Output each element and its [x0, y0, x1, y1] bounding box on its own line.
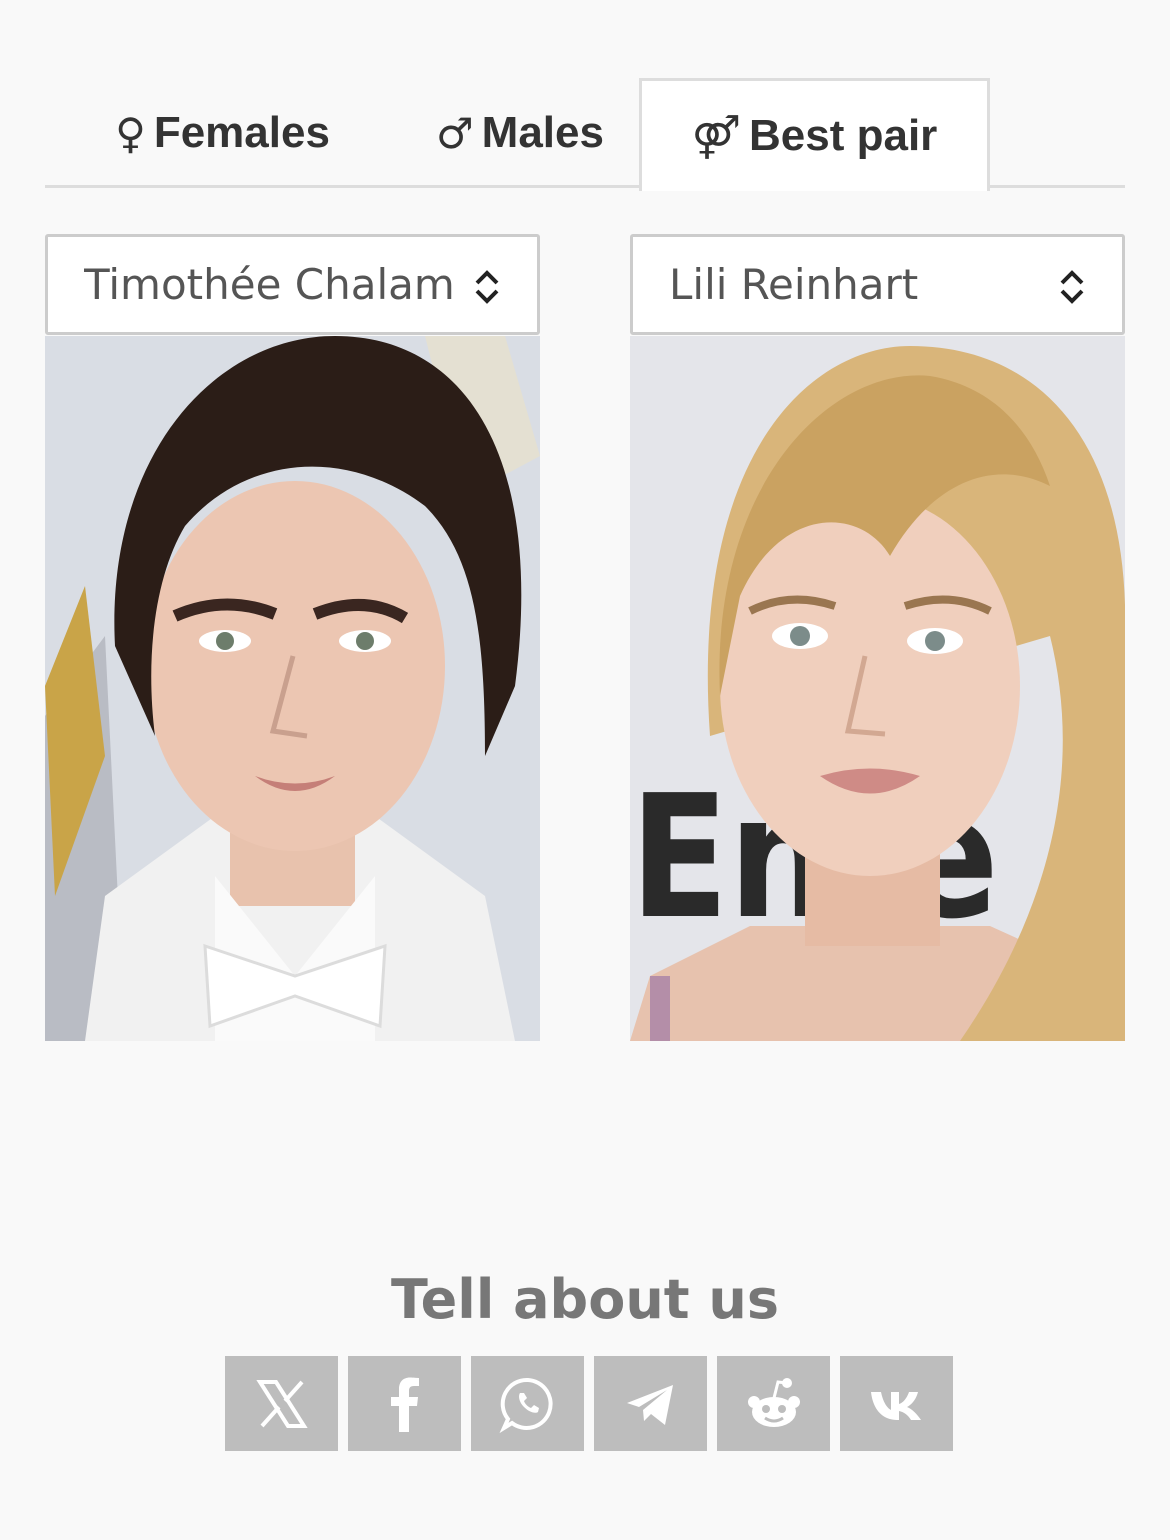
tab-label: Best pair	[749, 111, 938, 160]
tab-best-pair[interactable]: ⚤ Best pair	[639, 78, 990, 191]
person-select-left[interactable]: Timothée Chalamet	[45, 234, 540, 335]
vk-icon	[870, 1391, 921, 1420]
select-value: Timothée Chalamet	[84, 260, 454, 309]
chevron-updown-icon	[475, 270, 499, 304]
share-vk-button[interactable]	[840, 1356, 953, 1451]
share-reddit-button[interactable]	[717, 1356, 830, 1451]
male-icon: ♂	[436, 108, 474, 158]
tab-females[interactable]: ♀ Females	[90, 78, 355, 188]
x-icon	[255, 1379, 308, 1428]
couple-icon: ⚤	[691, 111, 742, 161]
share-telegram-button[interactable]	[594, 1356, 707, 1451]
select-value: Lili Reinhart	[669, 260, 919, 309]
tab-label: Females	[153, 108, 330, 157]
person-photo-right: Ente	[630, 336, 1125, 1041]
share-title: Tell about us	[391, 1268, 779, 1331]
share-whatsapp-button[interactable]	[471, 1356, 584, 1451]
share-facebook-button[interactable]	[348, 1356, 461, 1451]
facebook-icon	[390, 1377, 419, 1432]
telegram-icon	[626, 1384, 673, 1425]
female-icon: ♀	[115, 108, 146, 158]
share-buttons	[225, 1356, 953, 1451]
whatsapp-icon	[499, 1377, 553, 1433]
chevron-updown-icon	[1060, 270, 1084, 304]
tab-males[interactable]: ♂ Males	[407, 78, 633, 188]
person-photo-left	[45, 336, 540, 1041]
tab-label: Males	[481, 108, 604, 157]
person-select-right[interactable]: Lili Reinhart	[630, 234, 1125, 335]
tab-bar: ♀ Females ♂ Males ⚤ Best pair	[45, 78, 1125, 191]
reddit-icon	[747, 1377, 800, 1427]
share-x-button[interactable]	[225, 1356, 338, 1451]
